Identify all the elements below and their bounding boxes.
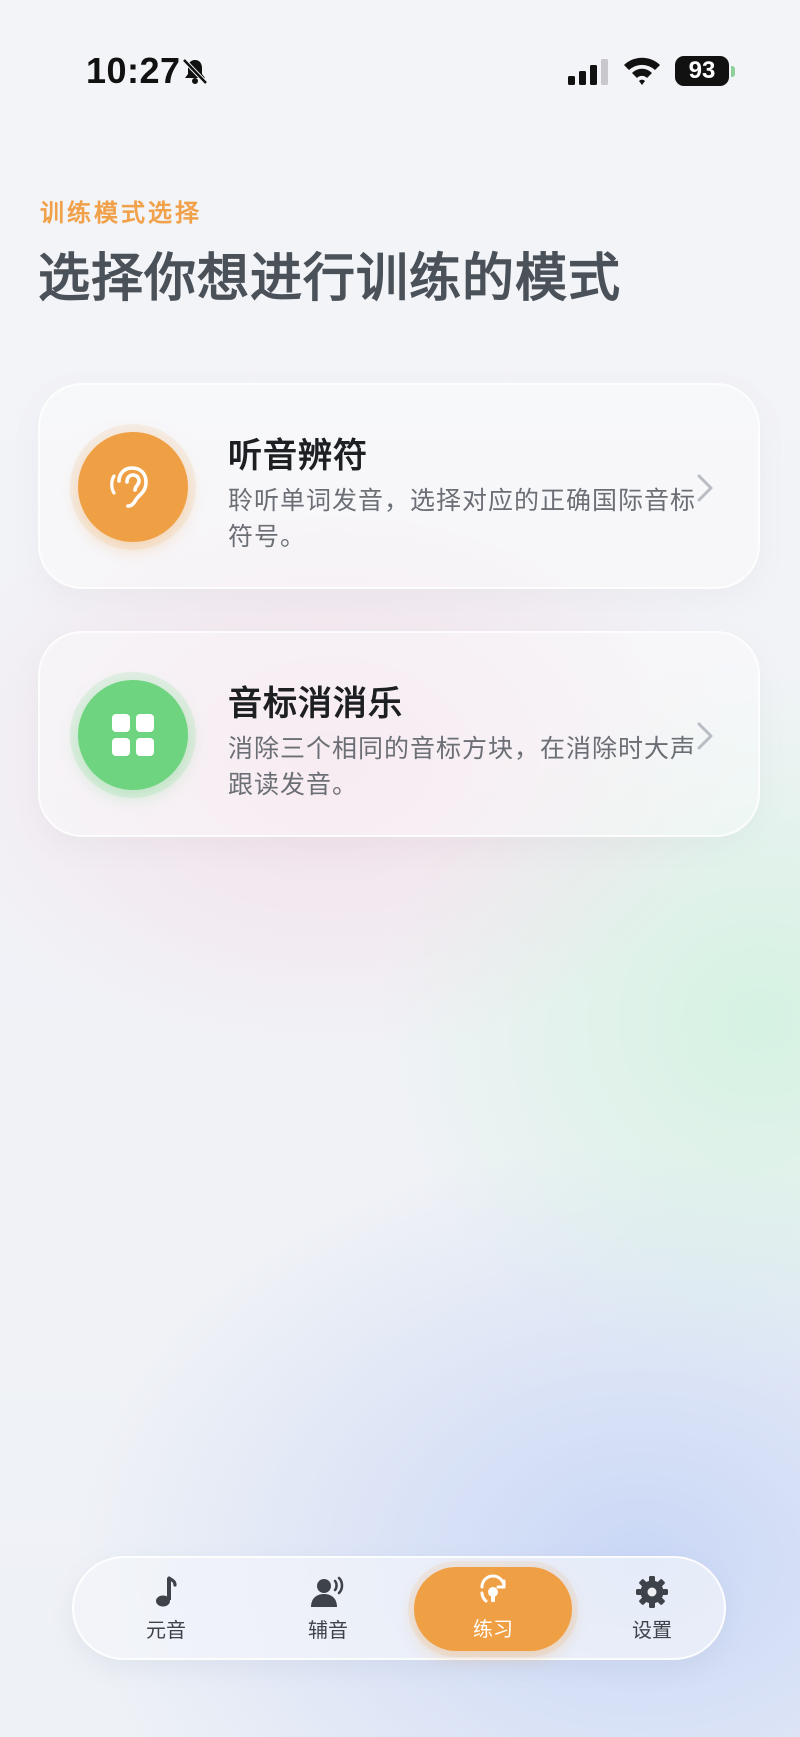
battery-tip	[731, 66, 735, 77]
chevron-right-icon	[697, 474, 713, 502]
cellular-signal-icon	[568, 58, 610, 86]
tab-label: 练习	[473, 1617, 513, 1641]
grid-icon	[112, 714, 154, 756]
wifi-icon	[622, 54, 662, 86]
page-kicker: 训练模式选择	[40, 199, 202, 227]
page-title: 选择你想进行训练的模式	[38, 249, 622, 309]
tab-label: 元音	[146, 1618, 186, 1642]
card-title: 听音辨符	[228, 436, 368, 476]
ear-icon	[110, 466, 148, 508]
card-icon-badge	[78, 432, 188, 542]
tab-settings[interactable]: 设置	[572, 1568, 732, 1650]
tab-consonants[interactable]: 辅音	[248, 1568, 408, 1650]
bell-muted-icon	[180, 56, 210, 86]
status-bar: 10:27 93	[0, 0, 800, 140]
music-note-icon	[156, 1576, 177, 1607]
tab-label: 辅音	[308, 1618, 348, 1642]
tab-practice[interactable]: 练习	[414, 1567, 572, 1651]
mode-card-match-game[interactable]: 音标消消乐 消除三个相同的音标方块，在消除时大声跟读发音。	[38, 631, 760, 837]
card-description: 聆听单词发音，选择对应的正确国际音标符号。	[228, 486, 697, 551]
bottom-tab-bar: 元音 辅音 练习 设置	[72, 1556, 726, 1660]
gear-icon	[636, 1576, 668, 1608]
card-title: 音标消消乐	[228, 684, 403, 724]
tab-vowels[interactable]: 元音	[86, 1568, 246, 1650]
tab-label: 设置	[632, 1618, 672, 1642]
mode-card-listening[interactable]: 听音辨符 聆听单词发音，选择对应的正确国际音标符号。	[38, 383, 760, 589]
speaking-person-icon	[311, 1576, 344, 1607]
card-icon-badge	[78, 680, 188, 790]
battery-indicator: 93	[675, 56, 729, 86]
status-time: 10:27	[86, 50, 181, 91]
chevron-right-icon	[697, 722, 713, 750]
card-description: 消除三个相同的音标方块，在消除时大声跟读发音。	[228, 734, 697, 799]
practice-icon	[480, 1574, 506, 1603]
